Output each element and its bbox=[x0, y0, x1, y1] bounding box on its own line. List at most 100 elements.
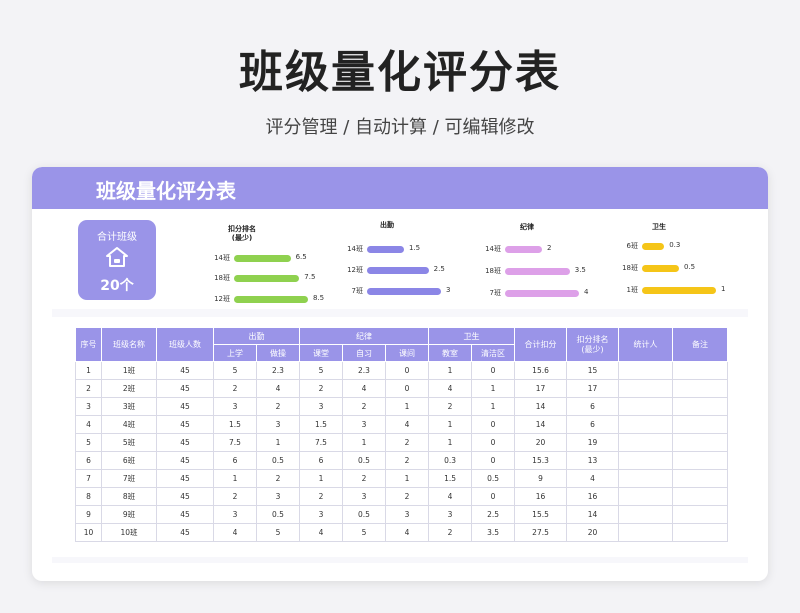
table-cell[interactable]: 45 bbox=[156, 361, 214, 380]
table-cell[interactable]: 14 bbox=[514, 397, 568, 416]
table-cell[interactable]: 3 bbox=[384, 505, 430, 524]
table-cell[interactable]: 10班 bbox=[101, 523, 157, 542]
table-cell[interactable]: 15.6 bbox=[514, 361, 568, 380]
table-cell[interactable]: 4 bbox=[428, 379, 473, 398]
table-cell[interactable]: 0.5 bbox=[342, 451, 386, 470]
table-cell[interactable]: 4 bbox=[384, 523, 430, 542]
table-cell[interactable]: 15 bbox=[566, 361, 620, 380]
table-cell[interactable] bbox=[618, 433, 674, 452]
table-cell[interactable]: 7.5 bbox=[299, 433, 343, 452]
table-cell[interactable]: 3 bbox=[256, 487, 300, 506]
table-cell[interactable]: 6 bbox=[75, 451, 102, 470]
table-cell[interactable]: 3 bbox=[299, 397, 343, 416]
table-cell[interactable]: 1.5 bbox=[299, 415, 343, 434]
table-cell[interactable]: 3 bbox=[256, 415, 300, 434]
table-cell[interactable]: 45 bbox=[156, 469, 214, 488]
table-cell[interactable]: 45 bbox=[156, 451, 214, 470]
table-cell[interactable]: 1 bbox=[471, 379, 516, 398]
table-cell[interactable]: 5 bbox=[299, 361, 343, 380]
table-cell[interactable]: 5 bbox=[75, 433, 102, 452]
table-cell[interactable] bbox=[672, 451, 729, 470]
table-cell[interactable]: 2 bbox=[342, 469, 386, 488]
table-cell[interactable]: 3 bbox=[299, 505, 343, 524]
table-cell[interactable]: 2 bbox=[256, 397, 300, 416]
table-cell[interactable]: 6班 bbox=[101, 451, 157, 470]
table-cell[interactable]: 1 bbox=[428, 433, 473, 452]
table-cell[interactable]: 1 bbox=[75, 361, 102, 380]
table-cell[interactable] bbox=[618, 487, 674, 506]
table-cell[interactable]: 2.3 bbox=[256, 361, 300, 380]
table-cell[interactable]: 2 bbox=[299, 379, 343, 398]
table-cell[interactable]: 4班 bbox=[101, 415, 157, 434]
table-cell[interactable] bbox=[672, 487, 729, 506]
table-cell[interactable]: 7 bbox=[75, 469, 102, 488]
table-cell[interactable] bbox=[672, 379, 729, 398]
table-cell[interactable]: 2 bbox=[213, 487, 257, 506]
table-cell[interactable]: 45 bbox=[156, 397, 214, 416]
table-cell[interactable]: 3 bbox=[342, 415, 386, 434]
table-cell[interactable]: 2 bbox=[428, 523, 473, 542]
table-cell[interactable]: 7班 bbox=[101, 469, 157, 488]
table-cell[interactable]: 2 bbox=[384, 487, 430, 506]
table-cell[interactable]: 3.5 bbox=[471, 523, 516, 542]
table-cell[interactable]: 20 bbox=[514, 433, 568, 452]
table-cell[interactable] bbox=[672, 433, 729, 452]
table-cell[interactable]: 0.5 bbox=[256, 505, 300, 524]
table-cell[interactable]: 1 bbox=[256, 433, 300, 452]
table-cell[interactable] bbox=[618, 361, 674, 380]
table-cell[interactable] bbox=[672, 469, 729, 488]
table-cell[interactable] bbox=[618, 523, 674, 542]
table-cell[interactable] bbox=[618, 397, 674, 416]
table-cell[interactable]: 4 bbox=[299, 523, 343, 542]
table-cell[interactable]: 15.3 bbox=[514, 451, 568, 470]
table-cell[interactable]: 6 bbox=[566, 415, 620, 434]
table-cell[interactable]: 45 bbox=[156, 415, 214, 434]
table-cell[interactable]: 1 bbox=[428, 415, 473, 434]
table-cell[interactable]: 5班 bbox=[101, 433, 157, 452]
table-cell[interactable]: 2班 bbox=[101, 379, 157, 398]
table-cell[interactable] bbox=[672, 397, 729, 416]
table-cell[interactable]: 14 bbox=[514, 415, 568, 434]
table-cell[interactable]: 9 bbox=[75, 505, 102, 524]
table-cell[interactable]: 19 bbox=[566, 433, 620, 452]
table-cell[interactable]: 4 bbox=[342, 379, 386, 398]
table-cell[interactable]: 4 bbox=[213, 523, 257, 542]
table-cell[interactable]: 45 bbox=[156, 379, 214, 398]
table-cell[interactable]: 1 bbox=[213, 469, 257, 488]
table-cell[interactable]: 1 bbox=[471, 397, 516, 416]
table-cell[interactable]: 5 bbox=[256, 523, 300, 542]
table-cell[interactable]: 45 bbox=[156, 487, 214, 506]
table-cell[interactable]: 0 bbox=[471, 487, 516, 506]
table-cell[interactable]: 27.5 bbox=[514, 523, 568, 542]
table-cell[interactable] bbox=[618, 379, 674, 398]
table-cell[interactable] bbox=[618, 469, 674, 488]
table-cell[interactable] bbox=[672, 415, 729, 434]
table-cell[interactable]: 5 bbox=[213, 361, 257, 380]
table-cell[interactable]: 16 bbox=[514, 487, 568, 506]
table-cell[interactable]: 3 bbox=[342, 487, 386, 506]
table-cell[interactable]: 4 bbox=[256, 379, 300, 398]
table-cell[interactable]: 5 bbox=[342, 523, 386, 542]
table-cell[interactable]: 7.5 bbox=[213, 433, 257, 452]
table-cell[interactable]: 2.3 bbox=[342, 361, 386, 380]
table-cell[interactable]: 0 bbox=[471, 415, 516, 434]
table-cell[interactable]: 0.5 bbox=[471, 469, 516, 488]
table-cell[interactable]: 45 bbox=[156, 433, 214, 452]
table-cell[interactable]: 2 bbox=[256, 469, 300, 488]
table-cell[interactable]: 20 bbox=[566, 523, 620, 542]
table-cell[interactable]: 15.5 bbox=[514, 505, 568, 524]
table-cell[interactable]: 13 bbox=[566, 451, 620, 470]
table-cell[interactable]: 3 bbox=[75, 397, 102, 416]
table-cell[interactable]: 2 bbox=[213, 379, 257, 398]
table-cell[interactable]: 4 bbox=[384, 415, 430, 434]
table-cell[interactable] bbox=[618, 415, 674, 434]
table-cell[interactable]: 6 bbox=[213, 451, 257, 470]
table-cell[interactable]: 2 bbox=[75, 379, 102, 398]
table-cell[interactable]: 45 bbox=[156, 523, 214, 542]
table-cell[interactable]: 6 bbox=[566, 397, 620, 416]
table-cell[interactable]: 6 bbox=[299, 451, 343, 470]
table-cell[interactable]: 14 bbox=[566, 505, 620, 524]
table-cell[interactable]: 0.5 bbox=[342, 505, 386, 524]
table-cell[interactable]: 0 bbox=[384, 361, 430, 380]
table-cell[interactable] bbox=[618, 505, 674, 524]
